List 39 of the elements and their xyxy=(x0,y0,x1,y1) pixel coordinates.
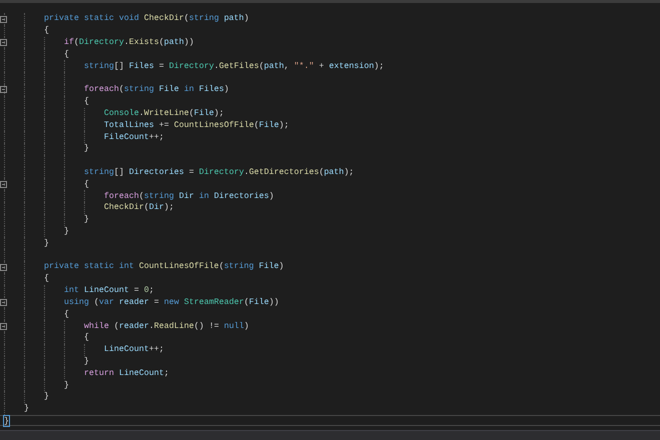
code-line: } xyxy=(84,356,89,367)
code-line: } xyxy=(4,416,9,426)
code-line: private static void CheckDir(string path) xyxy=(44,13,249,24)
collapse-icon[interactable] xyxy=(0,86,7,94)
code-line: TotalLines += CountLinesOfFile(File); xyxy=(104,120,289,131)
collapse-icon[interactable] xyxy=(0,299,7,306)
code-line: foreach(string Dir in Directories) xyxy=(104,190,274,202)
code-line: foreach(string File in Files) xyxy=(84,84,229,96)
code-line: { xyxy=(64,48,69,60)
code-line: } xyxy=(44,391,49,402)
code-line: LineCount++; xyxy=(104,344,164,356)
code-line: { xyxy=(84,178,89,190)
code-line: string[] Files = Directory.GetFiles(path, "*." + extension); xyxy=(84,60,384,72)
code-line: { xyxy=(44,25,49,36)
code-line: } xyxy=(84,143,89,154)
code-line: { xyxy=(84,332,89,344)
code-line: return LineCount; xyxy=(84,368,169,379)
code-line: } xyxy=(44,238,49,249)
code-line: string[] Directories = Directory.GetDirectories(path); xyxy=(84,166,354,178)
code-line: } xyxy=(64,226,69,238)
code-line: if(Directory.Exists(path)) xyxy=(64,37,194,48)
code-line: CheckDir(Dir); xyxy=(104,202,174,214)
code-line: } xyxy=(64,380,69,391)
code-line: } xyxy=(24,403,29,414)
code-line: while (reader.ReadLine() != null) xyxy=(84,320,249,332)
collapse-icon[interactable] xyxy=(0,16,7,22)
collapse-icon[interactable] xyxy=(0,180,7,188)
code-line: { xyxy=(64,308,69,320)
code-line: { xyxy=(44,273,49,284)
code-line: } xyxy=(84,214,89,226)
collapse-icon[interactable] xyxy=(0,264,7,271)
code-line: { xyxy=(84,96,89,108)
code-line: private static int CountLinesOfFile(string File) xyxy=(44,261,284,272)
code-line: Console.WriteLine(File); xyxy=(104,108,224,119)
collapse-icon[interactable] xyxy=(0,322,7,330)
code-line: FileCount++; xyxy=(104,132,164,143)
code-line: int LineCount = 0; xyxy=(64,285,154,296)
code-line: using (var reader = new StreamReader(File)) xyxy=(64,296,279,308)
collapse-icon[interactable] xyxy=(0,39,7,46)
